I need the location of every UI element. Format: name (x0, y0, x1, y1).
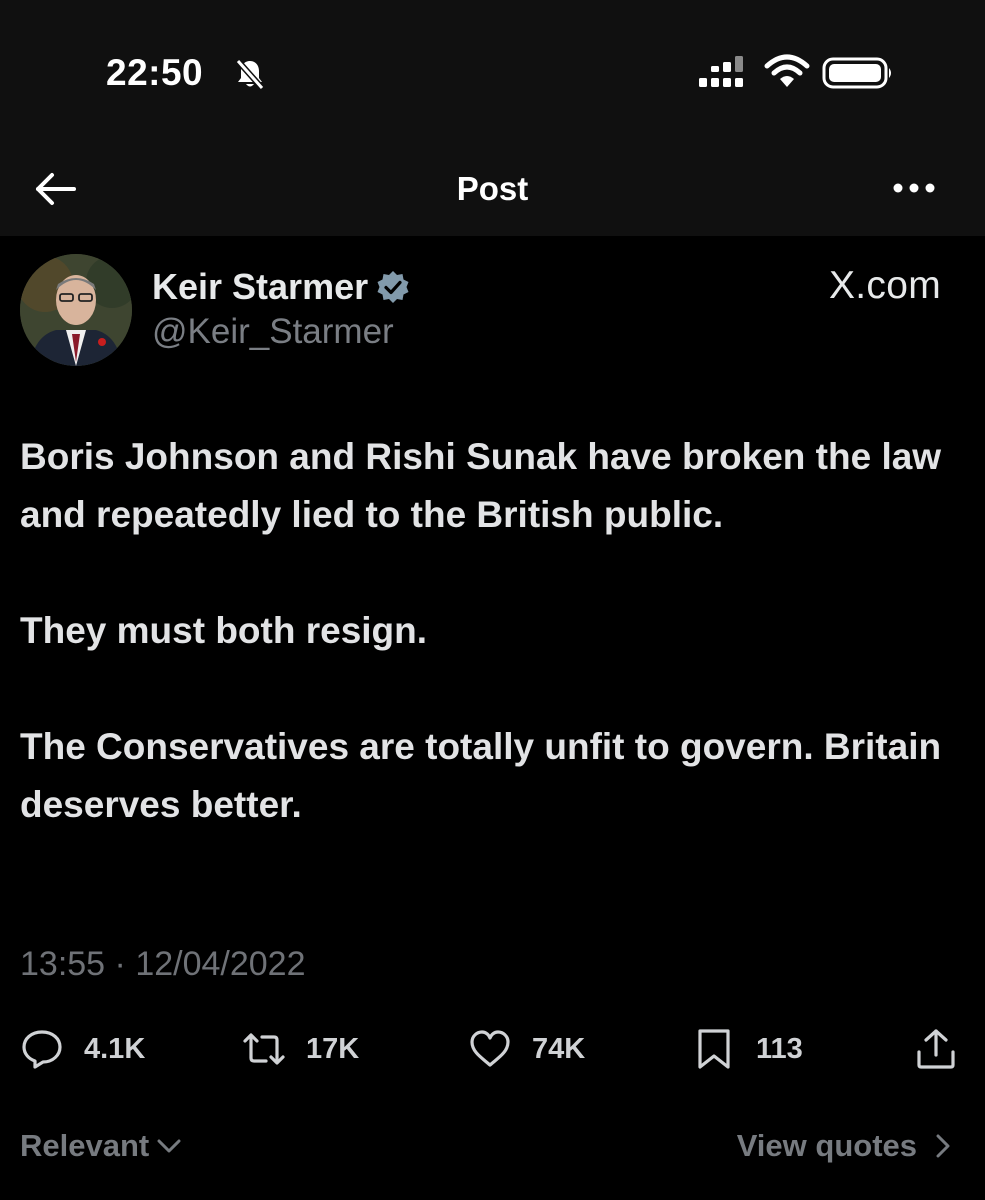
sort-replies-button[interactable]: Relevant (20, 1128, 183, 1164)
chevron-down-icon (157, 1139, 181, 1153)
post-body: Boris Johnson and Rishi Sunak have broke… (20, 428, 970, 892)
post-paragraph: They must both resign. (20, 610, 428, 651)
reply-count: 4.1K (84, 1032, 146, 1065)
battery-icon (822, 57, 891, 89)
repost-button[interactable]: 17K (242, 1026, 359, 1072)
action-bar: 4.1K 17K 74K 113 (0, 1018, 985, 1082)
status-bar: 22:50 (0, 0, 985, 140)
bookmark-icon (698, 1029, 730, 1069)
like-button[interactable]: 74K (468, 1026, 585, 1072)
sort-label: Relevant (20, 1128, 150, 1163)
share-icon (917, 1029, 955, 1069)
cellular-signal-icon (699, 56, 743, 87)
footer: Relevant View quotes (0, 1118, 985, 1178)
timestamp-separator: · (114, 945, 126, 983)
heart-icon (470, 1030, 510, 1067)
page-title: Post (456, 170, 529, 207)
nav-bar: Post (0, 140, 985, 236)
repost-count: 17K (306, 1032, 360, 1065)
share-button[interactable] (914, 1026, 958, 1072)
repost-icon (243, 1033, 285, 1065)
like-count: 74K (532, 1032, 586, 1065)
view-quotes-label: View quotes (736, 1128, 917, 1163)
post-paragraph: Boris Johnson and Rishi Sunak have broke… (20, 436, 942, 535)
author-name-row: Keir Starmer (152, 264, 410, 310)
post-timestamp: 13:55 · 12/04/2022 (20, 945, 306, 984)
ellipsis-icon[interactable] (886, 170, 946, 206)
display-name[interactable]: Keir Starmer (152, 266, 368, 308)
chevron-right-icon (936, 1134, 950, 1158)
wifi-icon (764, 54, 810, 87)
post-time: 13:55 (20, 945, 106, 983)
bookmark-count: 113 (756, 1032, 803, 1065)
source-label: X.com (828, 264, 941, 307)
verified-badge-icon[interactable] (376, 270, 410, 304)
status-time: 22:50 (106, 52, 204, 93)
author-handle[interactable]: @Keir_Starmer (152, 312, 394, 352)
bell-slash-icon (235, 59, 265, 90)
post-paragraph: The Conservatives are totally unfit to g… (20, 726, 942, 825)
view-quotes-button[interactable]: View quotes (737, 1128, 957, 1164)
bookmark-button[interactable]: 113 (692, 1026, 803, 1072)
reply-icon (22, 1030, 62, 1069)
post-date: 12/04/2022 (135, 945, 306, 983)
reply-button[interactable]: 4.1K (20, 1026, 145, 1072)
avatar[interactable] (20, 254, 132, 366)
